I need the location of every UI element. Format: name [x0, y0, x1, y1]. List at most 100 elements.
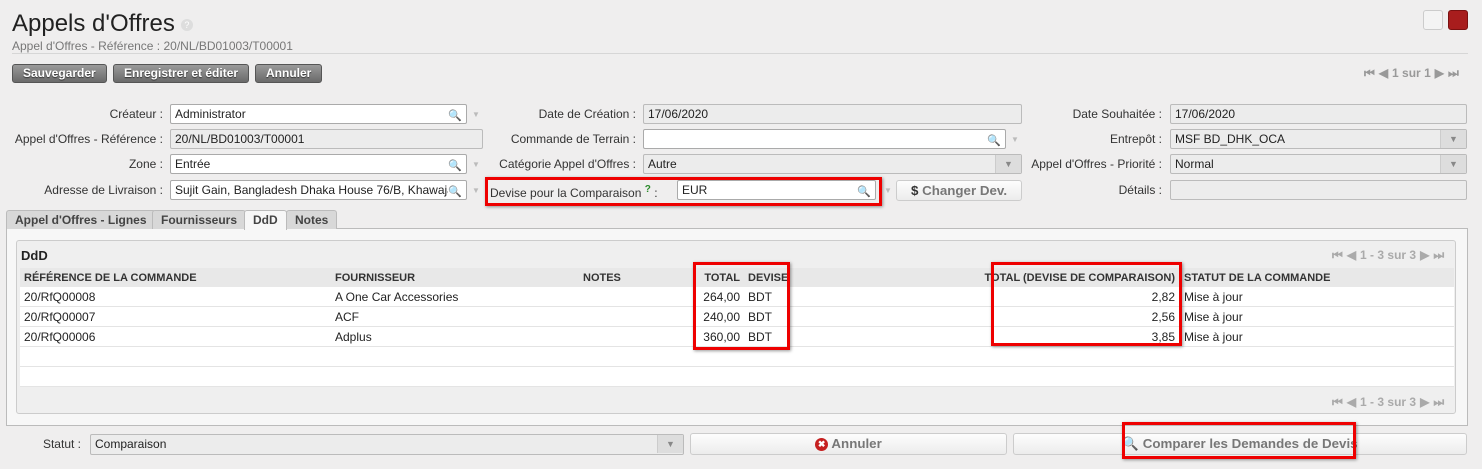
chevron-down-icon: ▼: [995, 155, 1021, 173]
prev-icon[interactable]: ◀: [1379, 66, 1388, 80]
tab-lignes[interactable]: Appel d'Offres - Lignes: [6, 210, 156, 229]
ref-cell: 20/RfQ00008: [24, 290, 96, 304]
col-reference[interactable]: RÉFÉRENCE DE LA COMMANDE: [24, 269, 197, 287]
title-text: Appels d'Offres: [12, 10, 175, 37]
categorie-select[interactable]: Autre ▼: [643, 154, 1022, 174]
dropdown-icon[interactable]: ▼: [472, 110, 480, 119]
ref-cell: 20/RfQ00007: [24, 310, 96, 324]
statut-value: Comparaison: [95, 437, 167, 451]
list-view-icon[interactable]: [1423, 10, 1443, 30]
date-creation-input[interactable]: 17/06/2020: [643, 104, 1022, 124]
pager-text: 1 - 3 sur 3: [1360, 248, 1417, 262]
search-icon[interactable]: 🔍: [448, 157, 462, 175]
search-icon[interactable]: 🔍: [987, 132, 1001, 150]
entrepot-select[interactable]: MSF BD_DHK_OCA ▼: [1170, 129, 1467, 149]
tab-ddd[interactable]: DdD: [244, 210, 287, 230]
priorite-select[interactable]: Normal ▼: [1170, 154, 1467, 174]
tab-notes[interactable]: Notes: [286, 210, 338, 229]
divider: [12, 53, 1468, 54]
next-icon[interactable]: ▶: [1420, 248, 1429, 262]
adresse-input[interactable]: Sujit Gain, Bangladesh Dhaka House 76/B,…: [170, 180, 467, 200]
devise-input[interactable]: EUR 🔍: [677, 180, 876, 200]
pager-text: 1 - 3 sur 3: [1360, 395, 1417, 409]
colon: :: [654, 186, 658, 200]
search-icon[interactable]: 🔍: [857, 183, 871, 201]
priorite-label: Appel d'Offres - Priorité :: [1031, 157, 1162, 171]
createur-value: Administrator: [175, 107, 246, 121]
table-row-empty: [20, 347, 1454, 367]
entrepot-label: Entrepôt :: [1109, 132, 1162, 146]
annuler-label: Annuler: [831, 436, 882, 451]
zone-value: Entrée: [175, 157, 211, 171]
details-label: Détails :: [1118, 183, 1162, 197]
entrepot-value: MSF BD_DHK_OCA: [1175, 132, 1286, 146]
chevron-down-icon: ▼: [1440, 155, 1466, 173]
prev-icon[interactable]: ◀: [1347, 248, 1356, 262]
form-view-icon[interactable]: [1448, 10, 1468, 30]
highlight-total: [693, 262, 790, 350]
chevron-down-icon: ▼: [1440, 130, 1466, 148]
chevron-down-icon: ▼: [657, 435, 683, 453]
dropdown-icon[interactable]: ▼: [884, 186, 892, 195]
last-icon[interactable]: ⏭: [1448, 66, 1459, 80]
zone-input[interactable]: Entrée 🔍: [170, 154, 467, 174]
zone-label: Zone :: [128, 157, 163, 171]
fournisseur-cell: Adplus: [335, 330, 372, 344]
createur-input[interactable]: Administrator 🔍: [170, 104, 467, 124]
dropdown-icon[interactable]: ▼: [472, 186, 480, 195]
change-currency-label: Changer Dev.: [922, 183, 1008, 198]
statut-select[interactable]: Comparaison ▼: [90, 434, 684, 455]
fournisseur-cell: A One Car Accessories: [335, 290, 459, 304]
help-icon[interactable]: ?: [645, 184, 651, 195]
categorie-label: Catégorie Appel d'Offres :: [499, 157, 636, 171]
help-icon[interactable]: ?: [180, 18, 193, 31]
next-icon[interactable]: ▶: [1420, 395, 1429, 409]
statut-cell: Mise à jour: [1184, 330, 1243, 344]
date-souhaitee-input[interactable]: 17/06/2020: [1170, 104, 1467, 124]
first-icon[interactable]: ⏮: [1332, 248, 1343, 262]
save-button[interactable]: Sauvegarder: [12, 64, 107, 83]
pager-text: 1 sur 1: [1392, 66, 1431, 80]
cancel-icon: ✖: [815, 437, 829, 451]
change-currency-button[interactable]: $ Changer Dev.: [896, 180, 1022, 201]
annuler-button[interactable]: ✖ Annuler: [690, 433, 1007, 455]
first-icon[interactable]: ⏮: [1332, 395, 1343, 409]
record-pager: ⏮ ◀ 1 sur 1 ▶ ⏭: [1362, 66, 1461, 81]
statut-label: Statut :: [42, 437, 81, 451]
devise-value: EUR: [682, 183, 708, 197]
adresse-label: Adresse de Livraison :: [44, 183, 163, 197]
fournisseur-cell: ACF: [335, 310, 359, 324]
grid-pager-top: ⏮ ◀ 1 - 3 sur 3 ▶ ⏭: [1330, 248, 1446, 263]
adresse-value: Sujit Gain, Bangladesh Dhaka House 76/B,…: [175, 183, 454, 197]
reference-input[interactable]: 20/NL/BD01003/T00001: [170, 129, 483, 149]
table-row-empty: [20, 367, 1454, 387]
first-icon[interactable]: ⏮: [1364, 66, 1375, 80]
tab-fournisseurs[interactable]: Fournisseurs: [152, 210, 247, 229]
dollar-icon: $: [910, 183, 919, 198]
col-statut[interactable]: STATUT DE LA COMMANDE: [1184, 269, 1330, 287]
createur-label: Créateur :: [109, 107, 163, 121]
col-notes[interactable]: NOTES: [583, 269, 621, 287]
commande-terrain-label: Commande de Terrain :: [510, 132, 636, 146]
ref-cell: 20/RfQ00006: [24, 330, 96, 344]
devise-label-text: Devise pour la Comparaison: [490, 186, 642, 200]
highlight-compare: [1122, 422, 1356, 459]
priorite-value: Normal: [1175, 157, 1214, 171]
search-icon[interactable]: 🔍: [448, 107, 462, 125]
last-icon[interactable]: ⏭: [1433, 395, 1444, 409]
last-icon[interactable]: ⏭: [1433, 248, 1444, 262]
statut-cell: Mise à jour: [1184, 310, 1243, 324]
grid-title: DdD: [21, 248, 48, 263]
date-creation-label: Date de Création :: [538, 107, 636, 121]
save-edit-button[interactable]: Enregistrer et éditer: [113, 64, 250, 83]
commande-terrain-input[interactable]: 🔍: [643, 129, 1006, 149]
prev-icon[interactable]: ◀: [1347, 395, 1356, 409]
next-icon[interactable]: ▶: [1435, 66, 1444, 80]
col-fournisseur[interactable]: FOURNISSEUR: [335, 269, 415, 287]
search-icon[interactable]: 🔍: [448, 183, 462, 199]
details-input[interactable]: [1170, 180, 1467, 200]
dropdown-icon[interactable]: ▼: [1011, 135, 1019, 144]
cancel-button[interactable]: Annuler: [255, 64, 323, 83]
dropdown-icon[interactable]: ▼: [472, 160, 480, 169]
date-souhaitee-label: Date Souhaitée :: [1072, 107, 1162, 121]
